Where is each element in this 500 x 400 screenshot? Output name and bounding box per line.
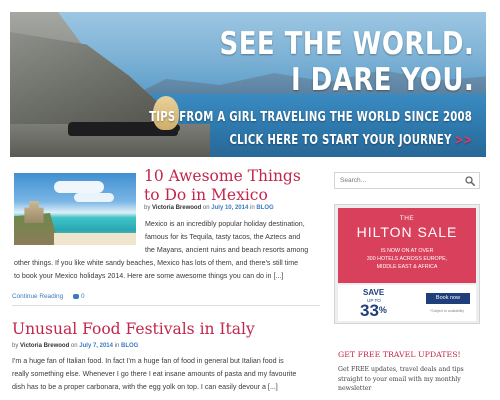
continue-reading-link[interactable]: Continue Reading	[12, 293, 63, 300]
ad-top-panel: THE HILTON SALE IS NOW ON AT OVER 300 HO…	[338, 208, 476, 283]
excerpt-line: other things. If you like white sandy be…	[14, 259, 299, 267]
excerpt-line: to book your Mexico holidays 2014. Here …	[14, 272, 284, 280]
meta-author-link[interactable]: Victoria Brewood	[152, 205, 201, 211]
comment-bubble-icon	[72, 293, 79, 299]
post-divider	[12, 305, 320, 306]
banner-cta-arrows[interactable]: >>	[455, 133, 472, 148]
search-input[interactable]	[335, 173, 463, 188]
ad-percent-value: 33	[360, 301, 379, 320]
excerpt-line: dish has to be a proper carbonara, with …	[12, 383, 278, 391]
excerpt-line: really something else. Whenever I go the…	[12, 370, 297, 378]
ad-percent: 33%	[360, 302, 387, 319]
meta-on: on	[70, 343, 78, 349]
header-banner[interactable]: SEE THE WORLD. I DARE YOU. TIPS FROM A G…	[10, 12, 486, 157]
ad-subtext: 300 HOTELS ACROSS EUROPE,	[366, 256, 448, 262]
excerpt-line: famous for its Tequila, tasty tacos, the…	[145, 233, 301, 241]
meta-author-link[interactable]: Victoria Brewood	[20, 343, 69, 349]
ad-subtext: IS NOW ON AT OVER	[380, 248, 434, 254]
ad-subtext: MIDDLE EAST & AFRICA	[376, 264, 438, 270]
post-excerpt: I'm a huge fan of Italian food. In fact …	[12, 355, 322, 394]
meta-date[interactable]: July 7, 2014	[79, 343, 113, 349]
banner-cta-text[interactable]: CLICK HERE TO START YOUR JOURNEY	[229, 133, 451, 148]
thumb-cloud	[74, 193, 114, 202]
newsletter-text: Get FREE updates, travel deals and tips …	[338, 366, 464, 392]
ad-terms: *Subject to availability	[430, 309, 465, 313]
banner-headline-line2: I DARE YOU.	[290, 62, 474, 98]
meta-category-link[interactable]: BLOG	[121, 343, 138, 349]
excerpt-line: the Mayans, ancient ruins and beach reso…	[145, 246, 309, 254]
thumb-cloud	[54, 181, 104, 193]
post-title-link[interactable]: Unusual Food Festivals in Italy	[12, 320, 312, 339]
banner-tagline: TIPS FROM A GIRL TRAVELING THE WORLD SIN…	[148, 110, 472, 125]
banner-headline-line1: SEE THE WORLD.	[219, 26, 474, 62]
post-meta: by Victoria Brewood on July 10, 2014 in …	[144, 205, 274, 211]
meta-in: in	[114, 343, 120, 349]
meta-category-link[interactable]: BLOG	[256, 205, 273, 211]
meta-in: in	[249, 205, 255, 211]
excerpt-line: Mexico is an incredibly popular holiday …	[145, 220, 305, 228]
ad-book-now-button[interactable]: Book now	[426, 293, 470, 304]
meta-by: by	[144, 205, 151, 211]
post-footer: Continue Reading 0	[12, 293, 320, 303]
ad-save: SAVE	[363, 288, 385, 297]
ad-percent-symbol: %	[378, 305, 387, 315]
post-meta: by Victoria Brewood on July 7, 2014 in B…	[12, 343, 138, 349]
post-title-link[interactable]: 10 Awesome Things to Do in Mexico	[144, 167, 320, 205]
ad-sale-title: HILTON SALE	[356, 224, 458, 240]
ad-the: THE	[399, 215, 415, 222]
banner-cta-link[interactable]: CLICK HERE TO START YOUR JOURNEY >>	[229, 133, 472, 148]
newsletter-title: GET FREE TRAVEL UPDATES!	[338, 350, 461, 359]
hilton-sale-ad[interactable]: THE HILTON SALE IS NOW ON AT OVER 300 HO…	[334, 204, 480, 324]
banner-headline: SEE THE WORLD. I DARE YOU.	[219, 26, 474, 98]
meta-on: on	[202, 205, 210, 211]
post-excerpt: Mexico is an incredibly popular holiday …	[14, 218, 322, 283]
search-icon[interactable]	[465, 176, 475, 186]
meta-by: by	[12, 343, 19, 349]
comments-link[interactable]: 0	[72, 293, 85, 300]
comments-count[interactable]: 0	[81, 293, 85, 300]
sidebar-search	[334, 172, 480, 189]
excerpt-line: I'm a huge fan of Italian food. In fact …	[12, 357, 284, 365]
meta-date[interactable]: July 10, 2014	[211, 205, 248, 211]
ad-bottom-panel: SAVE UP TO 33% Book now *Subject to avai…	[338, 285, 476, 321]
